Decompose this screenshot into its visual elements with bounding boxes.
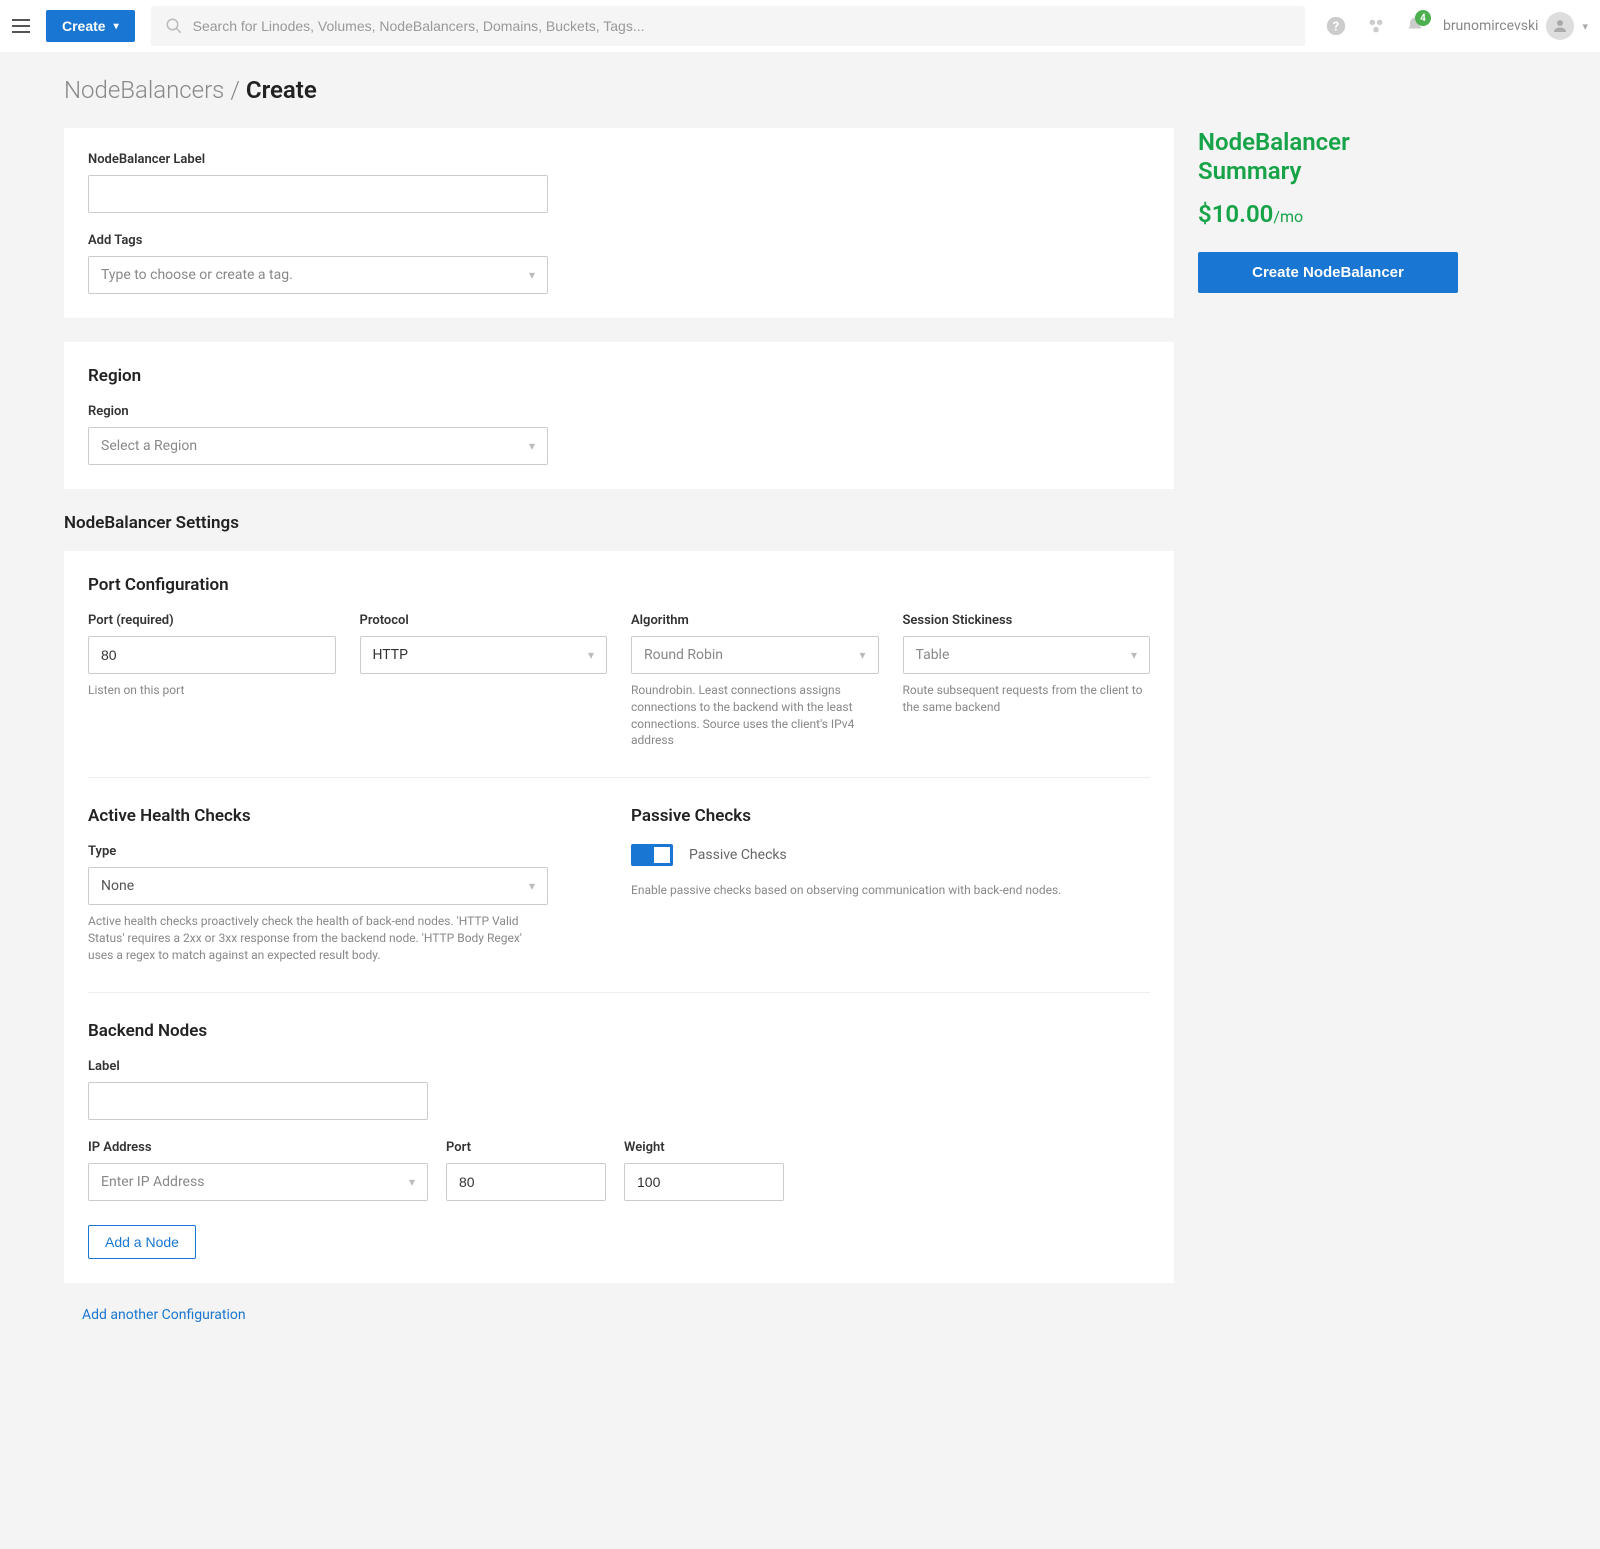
- algorithm-helper: Roundrobin. Least connections assigns co…: [631, 682, 879, 749]
- tags-label: Add Tags: [88, 233, 1150, 248]
- avatar-icon: [1546, 12, 1574, 40]
- backend-weight-label: Weight: [624, 1140, 784, 1155]
- summary-price: $10.00/mo: [1198, 200, 1496, 228]
- backend-ip-select[interactable]: Enter IP Address ▾: [88, 1163, 428, 1201]
- settings-card: Port Configuration Port (required) Liste…: [64, 551, 1174, 1283]
- backend-port-label: Port: [446, 1140, 606, 1155]
- passive-checks-helper: Enable passive checks based on observing…: [631, 882, 1150, 899]
- backend-port-input[interactable]: [446, 1163, 606, 1201]
- nodebalancer-label-input[interactable]: [88, 175, 548, 213]
- chevron-down-icon: ▾: [529, 879, 535, 893]
- stickiness-label: Session Stickiness: [903, 613, 1151, 628]
- chevron-down-icon: ▾: [529, 268, 535, 282]
- active-checks-helper: Active health checks proactively check t…: [88, 913, 548, 963]
- backend-label-input[interactable]: [88, 1082, 428, 1120]
- chevron-down-icon: ▾: [1131, 648, 1137, 662]
- top-bar: Create ▾ ? 4 brunomircevski ▾: [0, 0, 1600, 52]
- port-input[interactable]: [88, 636, 336, 674]
- protocol-value: HTTP: [373, 647, 408, 663]
- community-icon[interactable]: [1365, 15, 1387, 37]
- create-button[interactable]: Create ▾: [46, 10, 135, 42]
- stickiness-value: Table: [916, 647, 950, 663]
- region-placeholder: Select a Region: [101, 438, 197, 454]
- notifications-button[interactable]: 4: [1405, 16, 1425, 36]
- stickiness-select[interactable]: Table ▾: [903, 636, 1151, 674]
- notification-badge: 4: [1415, 10, 1431, 26]
- port-label: Port (required): [88, 613, 336, 628]
- protocol-label: Protocol: [360, 613, 608, 628]
- breadcrumb-parent[interactable]: NodeBalancers: [64, 76, 224, 104]
- svg-text:?: ?: [1333, 20, 1339, 35]
- backend-ip-label: IP Address: [88, 1140, 428, 1155]
- algorithm-label: Algorithm: [631, 613, 879, 628]
- chevron-down-icon: ▾: [529, 439, 535, 453]
- create-nodebalancer-label: Create NodeBalancer: [1252, 264, 1404, 281]
- breadcrumb-separator: /: [230, 76, 240, 104]
- region-card: Region Region Select a Region ▾: [64, 342, 1174, 489]
- top-icons: ? 4 brunomircevski ▾: [1325, 12, 1588, 40]
- chevron-down-icon: ▾: [588, 648, 594, 662]
- username-label: brunomircevski: [1443, 18, 1539, 34]
- algorithm-value: Round Robin: [644, 647, 723, 663]
- help-icon[interactable]: ?: [1325, 15, 1347, 37]
- chevron-down-icon: ▾: [859, 648, 865, 662]
- passive-checks-toggle[interactable]: [631, 844, 673, 866]
- active-type-value: None: [101, 878, 134, 894]
- add-node-label: Add a Node: [105, 1234, 179, 1250]
- passive-checks-toggle-label: Passive Checks: [689, 847, 787, 863]
- port-config-title: Port Configuration: [88, 575, 1150, 595]
- summary-title: NodeBalancer Summary: [1198, 128, 1496, 186]
- summary-panel: NodeBalancer Summary $10.00/mo Create No…: [1198, 128, 1496, 293]
- menu-icon[interactable]: [12, 14, 36, 38]
- active-type-label: Type: [88, 844, 607, 859]
- algorithm-select[interactable]: Round Robin ▾: [631, 636, 879, 674]
- region-title: Region: [88, 366, 1150, 386]
- region-field-label: Region: [88, 404, 1150, 419]
- label-card: NodeBalancer Label Add Tags Type to choo…: [64, 128, 1174, 318]
- active-checks-title: Active Health Checks: [88, 806, 607, 826]
- protocol-select[interactable]: HTTP ▾: [360, 636, 608, 674]
- breadcrumb: NodeBalancers / Create: [64, 76, 1496, 104]
- add-configuration-link[interactable]: Add another Configuration: [64, 1307, 1174, 1323]
- chevron-down-icon: ▾: [1582, 20, 1588, 33]
- tags-select[interactable]: Type to choose or create a tag. ▾: [88, 256, 548, 294]
- region-select[interactable]: Select a Region ▾: [88, 427, 548, 465]
- passive-checks-title: Passive Checks: [631, 806, 1150, 826]
- breadcrumb-current: Create: [246, 76, 317, 104]
- active-type-select[interactable]: None ▾: [88, 867, 548, 905]
- create-nodebalancer-button[interactable]: Create NodeBalancer: [1198, 252, 1458, 293]
- stickiness-helper: Route subsequent requests from the clien…: [903, 682, 1151, 716]
- chevron-down-icon: ▾: [409, 1175, 415, 1189]
- backend-title: Backend Nodes: [88, 1021, 1150, 1041]
- backend-ip-placeholder: Enter IP Address: [101, 1174, 204, 1190]
- search-bar[interactable]: [151, 6, 1305, 46]
- backend-label-label: Label: [88, 1059, 428, 1074]
- nodebalancer-label-label: NodeBalancer Label: [88, 152, 1150, 167]
- add-node-button[interactable]: Add a Node: [88, 1225, 196, 1259]
- create-button-label: Create: [62, 18, 106, 34]
- user-menu[interactable]: brunomircevski ▾: [1443, 12, 1588, 40]
- port-helper: Listen on this port: [88, 682, 336, 699]
- settings-title: NodeBalancer Settings: [64, 513, 1174, 533]
- backend-weight-input[interactable]: [624, 1163, 784, 1201]
- tags-placeholder: Type to choose or create a tag.: [101, 267, 293, 283]
- search-icon: [165, 17, 183, 35]
- search-input[interactable]: [193, 18, 1291, 34]
- add-configuration-label: Add another Configuration: [82, 1307, 246, 1323]
- chevron-down-icon: ▾: [114, 21, 119, 32]
